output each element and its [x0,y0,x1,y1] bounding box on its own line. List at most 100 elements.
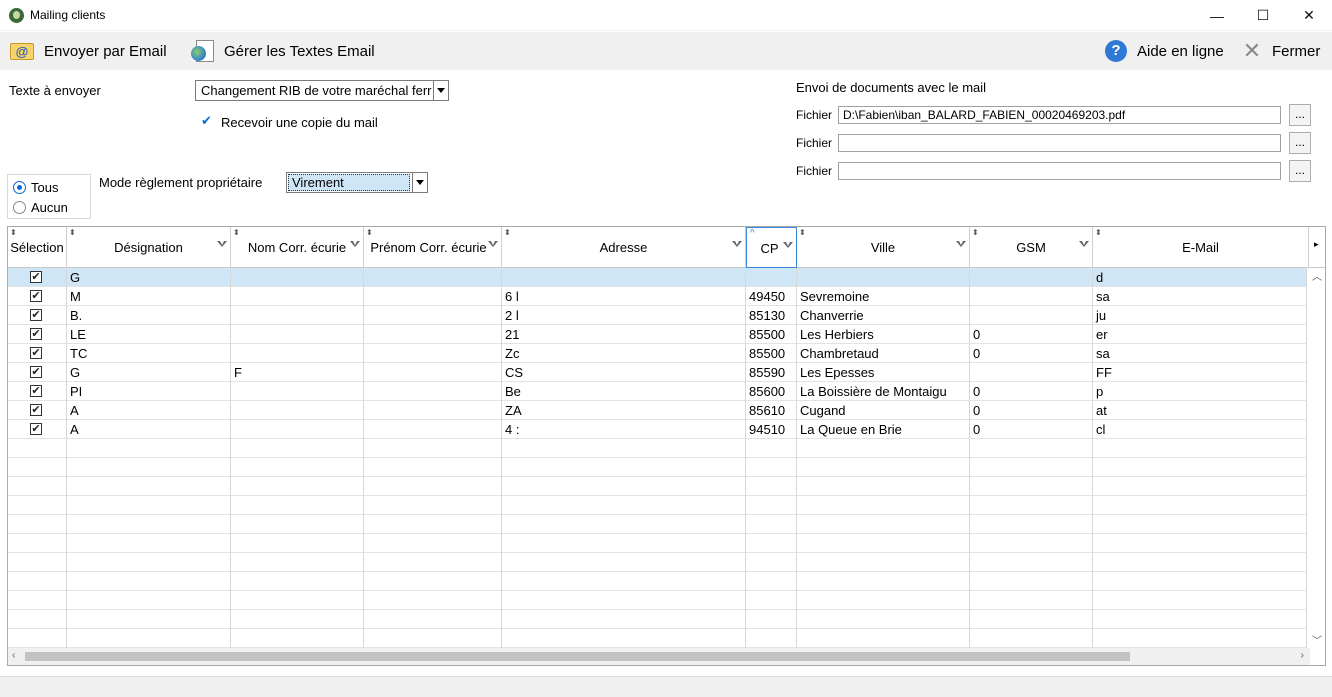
column-header-gsm[interactable]: ⬍ GSM [970,227,1093,268]
scroll-right-icon[interactable]: › [1301,650,1304,661]
close-icon: ✕ [1242,38,1262,63]
designation-cell [67,458,231,477]
scroll-down-icon[interactable]: ﹀ [1312,632,1322,647]
browse-button-3[interactable]: ... [1289,160,1311,182]
gsm-cell [970,553,1093,572]
column-header-cp[interactable]: ^ CP [746,227,797,268]
nom-cell [231,306,364,325]
help-button[interactable]: ? Aide en ligne [1105,32,1224,70]
nom-cell [231,420,364,439]
file-input-2[interactable] [838,134,1281,152]
column-title: Adresse [599,240,648,255]
prenom-cell [364,496,502,515]
empty-table-row [8,629,1307,648]
filter-icon[interactable] [217,240,227,250]
horizontal-scroll-thumb[interactable] [25,652,1130,661]
cp-cell [746,496,797,515]
minimize-button[interactable]: — [1194,0,1240,31]
file-label-2: Fichier [796,136,833,150]
manage-texts-label: Gérer les Textes Email [224,42,375,60]
horizontal-scrollbar[interactable]: ‹ › [8,648,1310,665]
filter-icon[interactable] [732,240,742,250]
prenom-cell [364,458,502,477]
column-header-adresse[interactable]: ⬍ Adresse [502,227,746,268]
table-row[interactable]: ✔ A ZA 85610 Cugand 0 at [8,401,1307,420]
adresse-cell: 21 [502,325,746,344]
email-cell: sa [1093,344,1307,363]
chevron-down-icon[interactable] [433,81,448,100]
column-header-email[interactable]: ⬍ E-Mail [1093,227,1309,268]
scroll-up-icon[interactable]: ︿ [1312,268,1322,283]
ville-cell: Sevremoine [797,287,970,306]
row-checkbox[interactable]: ✔ [30,309,42,321]
maximize-button[interactable]: ☐ [1240,0,1286,31]
row-checkbox[interactable]: ✔ [30,385,42,397]
column-header-selection[interactable]: ⬍ Sélection [8,227,67,268]
table-row[interactable]: ✔ G F CS 85590 Les Epesses FF [8,363,1307,382]
gsm-cell: 0 [970,382,1093,401]
adresse-cell: 4 : [502,420,746,439]
table-row[interactable]: ✔ B. 2 l 85130 Chanverrie ju [8,306,1307,325]
ville-cell: Chambretaud [797,344,970,363]
gsm-cell [970,629,1093,648]
filter-icon[interactable] [488,240,498,250]
column-header-ville[interactable]: ⬍ Ville [797,227,970,268]
column-header-nom[interactable]: ⬍ Nom Corr. écurie [231,227,364,268]
filter-icon[interactable] [956,240,966,250]
manage-texts-button[interactable]: Gérer les Textes Email [191,32,375,70]
row-checkbox[interactable]: ✔ [30,347,42,359]
row-checkbox[interactable]: ✔ [30,404,42,416]
email-cell: sa [1093,287,1307,306]
text-to-send-select[interactable]: Changement RIB de votre maréchal ferr [195,80,449,101]
row-checkbox[interactable]: ✔ [30,328,42,340]
email-cell: cl [1093,420,1307,439]
selection-cell [8,496,67,515]
row-checkbox[interactable]: ✔ [30,423,42,435]
nom-cell: F [231,363,364,382]
email-cell [1093,553,1307,572]
radio-none[interactable] [13,201,26,214]
scroll-columns-right-button[interactable]: ▸ [1309,227,1325,268]
close-button[interactable]: ✕ Fermer [1242,32,1321,70]
chevron-down-icon[interactable] [412,173,427,192]
payment-mode-value: Virement [288,174,410,191]
copy-checkbox[interactable]: ✔ [201,114,214,127]
row-checkbox[interactable]: ✔ [30,366,42,378]
ville-cell [797,534,970,553]
gsm-cell [970,610,1093,629]
table-row[interactable]: ✔ M 6 l 49450 Sevremoine sa [8,287,1307,306]
vertical-scrollbar[interactable]: ︿ ﹀ [1308,268,1325,649]
email-cell [1093,629,1307,648]
table-row[interactable]: ✔ Gd [8,268,1307,287]
file-input-1[interactable]: D:\Fabien\iban_BALARD_FABIEN_00020469203… [838,106,1281,124]
row-checkbox[interactable]: ✔ [30,271,42,283]
send-email-button[interactable]: @ Envoyer par Email [10,32,167,70]
nom-cell [231,629,364,648]
ville-cell [797,610,970,629]
close-window-button[interactable]: ✕ [1286,0,1332,31]
table-row[interactable]: ✔ A 4 :94510 La Queue en Brie 0 cl [8,420,1307,439]
filter-icon[interactable] [1079,240,1089,250]
selection-cell: ✔ [8,363,67,382]
table-row[interactable]: ✔ LE 21 85500 Les Herbiers 0 er [8,325,1307,344]
send-email-label: Envoyer par Email [44,42,167,60]
adresse-cell [502,572,746,591]
table-row[interactable]: ✔ TC Zc 85500 Chambretaud 0 sa [8,344,1307,363]
radio-all[interactable] [13,181,26,194]
empty-table-row [8,591,1307,610]
column-header-designation[interactable]: ⬍ Désignation [67,227,231,268]
adresse-cell [502,268,746,287]
file-input-3[interactable] [838,162,1281,180]
row-checkbox[interactable]: ✔ [30,290,42,302]
payment-mode-select[interactable]: Virement [286,172,428,193]
column-header-prenom[interactable]: ⬍ Prénom Corr. écurie [364,227,502,268]
browse-button-1[interactable]: ... [1289,104,1311,126]
scroll-left-icon[interactable]: ‹ [12,650,15,661]
filter-icon[interactable] [783,241,793,251]
cp-cell [746,591,797,610]
browse-button-2[interactable]: ... [1289,132,1311,154]
gsm-cell [970,591,1093,610]
table-row[interactable]: ✔ PI Be 85600 La Boissière de Montaigu 0 p [8,382,1307,401]
designation-cell: A [67,420,231,439]
cp-cell [746,629,797,648]
